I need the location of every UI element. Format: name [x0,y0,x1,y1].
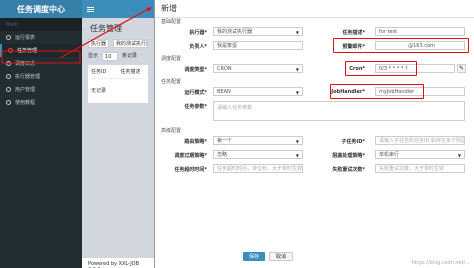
timeout-input[interactable]: 任务超时时间，单位秒，大于零时生效 [213,164,303,173]
highlight-box [333,38,469,53]
misfire-select[interactable]: 忽略 ▼ [213,150,303,159]
save-button[interactable]: 保存 [243,252,266,261]
sidebar-item-help[interactable]: 使用教程 [0,96,82,109]
column-header: 任务ID [91,69,107,75]
sidebar-item-label: 使用教程 [15,100,36,106]
footer: Powered by XXL-JOB 2.3.0 [82,258,154,268]
top-bar [82,0,154,18]
route-label: 路由策略* [184,139,207,145]
chevron-down-icon: ▼ [295,30,299,35]
block-value: 单机串行 [379,152,400,158]
section-job: 任务配置 [161,79,182,85]
circle-icon [8,48,13,53]
chevron-down-icon: ▼ [295,90,299,95]
executor-select[interactable]: 我的测试执行器 [113,39,148,48]
sidebar-item-jobs[interactable]: 任务管理 [0,44,82,57]
block-select[interactable]: 单机串行 ▼ [375,150,465,159]
nav-header: Main [0,18,82,31]
author-input[interactable]: 我是笨蛋 [213,41,303,50]
edit-icon[interactable]: ✎ [457,64,466,73]
chevron-down-icon: ▼ [295,153,299,158]
sidebar-item-label: 运行报表 [15,35,36,41]
child-job-input[interactable]: 请输入子任务的任务ID,如存在多个则逗号分隔 [375,136,465,145]
job-table: 任务ID 任务描述 无记录 [88,65,148,103]
route-value: 第一个 [217,138,233,144]
sidebar-item-logs[interactable]: 调度日志 [0,57,82,70]
modal-title: 新增 [155,0,474,18]
app-logo[interactable]: 任务调度中心 [0,0,82,18]
executor-value: 我的测试执行器 [217,29,253,35]
highlight-box [330,84,424,99]
block-label: 阻塞处理策略* [332,153,365,159]
cancel-button[interactable]: 取消 [269,252,294,261]
chevron-down-icon: ▼ [457,153,461,158]
run-mode-select[interactable]: BEAN ▼ [213,87,303,96]
sidebar-item-label: 用户管理 [15,87,36,93]
sidebar-item-label: 任务管理 [17,48,38,54]
route-select[interactable]: 第一个 ▼ [213,136,303,145]
timeout-label: 任务超时时间* [174,167,207,173]
schedule-type-label: 调度类型* [184,67,207,73]
sidebar-item-executors[interactable]: 执行器管理 [0,70,82,83]
records-label: 条记录 [122,53,138,59]
sidebar-item-label: 调度日志 [15,61,36,67]
sidebar: 任务调度中心 Main 运行报表 任务管理 调度日志 执行器管理 用户管理 使用… [0,0,82,268]
section-advanced: 高级配置 [161,128,182,134]
misfire-value: 忽略 [217,152,228,158]
background-page: 任务管理 执行器 我的测试执行器 显示 10 条记录 任务ID 任务描述 无记录… [82,0,154,268]
page-title: 任务管理 [90,24,122,33]
job-param-textarea[interactable]: 请输入任务参数 [213,101,465,121]
circle-icon [6,100,11,105]
job-desc-input[interactable]: for test [375,27,465,36]
job-desc-label: 任务描述* [342,30,365,36]
sidebar-item-report[interactable]: 运行报表 [0,31,82,44]
child-job-label: 子任务ID* [341,139,365,145]
author-label: 负责人* [189,44,207,50]
empty-text: 无记录 [91,88,107,94]
job-param-label: 任务参数* [184,104,207,110]
schedule-type-value: CRON [217,65,232,72]
retry-input[interactable]: 失败重试次数，大于零时生效 [375,164,465,173]
circle-icon [6,74,11,79]
executor-select[interactable]: 我的测试执行器 ▼ [213,27,303,36]
chevron-down-icon: ▼ [295,67,299,72]
menu-icon[interactable] [87,6,94,12]
chevron-down-icon: ▼ [295,139,299,144]
run-mode-value: BEAN [217,88,231,95]
highlight-box [345,61,417,76]
executor-label: 执行器 [88,39,110,48]
page-size-select[interactable]: 10 [102,52,119,61]
circle-icon [6,61,11,66]
section-basic: 基础配置 [161,19,182,25]
run-mode-label: 运行模式* [184,90,207,96]
circle-icon [6,87,11,92]
show-label: 显示 [88,53,99,59]
sidebar-item-users[interactable]: 用户管理 [0,83,82,96]
circle-icon [6,35,11,40]
schedule-type-select[interactable]: CRON ▼ [213,64,303,73]
misfire-label: 调度过期策略* [174,153,207,159]
watermark: https://blog.csdn.net/... [411,260,470,266]
add-job-modal: 新增 基础配置 执行器* 我的测试执行器 ▼ 任务描述* for test 负责人… [154,0,474,268]
retry-label: 失败重试次数* [332,167,365,173]
column-header: 任务描述 [120,69,141,75]
section-schedule: 调度配置 [161,56,182,62]
sidebar-item-label: 执行器管理 [15,74,41,80]
executor-label: 执行器* [189,30,207,36]
